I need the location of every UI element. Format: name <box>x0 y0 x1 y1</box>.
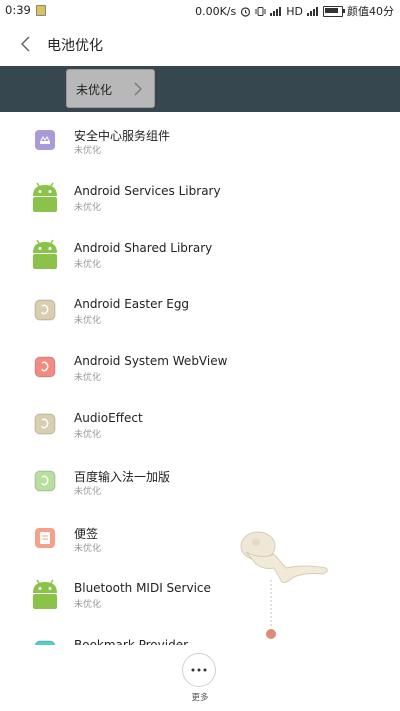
title-bar: 电池优化 <box>0 22 400 66</box>
list-item[interactable]: Android Services Library 未优化 <box>0 169 400 226</box>
list-item[interactable]: Bluetooth MIDI Service 未优化 <box>0 566 400 623</box>
list-item[interactable]: Bookmark Provider <box>0 623 400 645</box>
list-item[interactable]: 便签 未优化 <box>0 510 400 567</box>
app-status: 未优化 <box>74 373 102 384</box>
list-item[interactable]: AudioEffect 未优化 <box>0 396 400 453</box>
status-right-group: 0.00K/s HD 颜值40分 <box>195 3 394 19</box>
app-status: 未优化 <box>74 316 102 327</box>
list-item[interactable]: 安全中心服务组件未优化 <box>0 112 400 169</box>
app-name: Android Shared Library <box>74 240 213 255</box>
android-icon <box>30 239 60 269</box>
vibrate-icon <box>255 6 266 16</box>
decorative-illustration <box>240 531 328 639</box>
generic-app-icon <box>30 466 60 496</box>
chevron-right-icon <box>134 82 142 96</box>
list-item[interactable]: Android System WebView 未优化 <box>0 339 400 396</box>
app-name: 百度输入法一加版 <box>74 469 171 484</box>
status-bar: 0:39 0.00K/s HD 颜值40分 <box>0 0 400 22</box>
app-name: Android Services Library <box>74 183 221 198</box>
bottom-bar: 更多 <box>0 645 400 711</box>
app-name: Bookmark Provider <box>74 638 188 645</box>
generic-app-icon <box>30 409 60 439</box>
app-name: Android Easter Egg <box>74 297 190 312</box>
generic-app-icon <box>30 295 60 325</box>
security-center-icon <box>30 125 60 155</box>
filter-dropdown[interactable]: 未优化 <box>66 69 155 108</box>
app-status: 未优化 <box>74 202 102 213</box>
more-button[interactable] <box>182 653 216 687</box>
app-status: 未优化 <box>74 600 102 611</box>
more-dots-icon <box>191 668 207 672</box>
app-name: AudioEffect <box>74 411 143 425</box>
back-arrow-icon <box>20 36 30 52</box>
app-status: 未优化 <box>74 486 102 497</box>
notes-icon <box>30 523 60 553</box>
network-speed: 0.00K/s <box>195 4 237 18</box>
app-status: 未优化 <box>74 259 102 270</box>
page-title: 电池优化 <box>47 38 103 54</box>
hd-badge: HD <box>286 4 303 18</box>
list-item[interactable]: Android Easter Egg 未优化 <box>0 282 400 339</box>
alarm-icon <box>241 6 251 17</box>
notification-icon <box>36 5 46 16</box>
filter-band: 未优化 <box>0 66 400 112</box>
app-name: Bluetooth MIDI Service <box>74 581 211 596</box>
app-name: 便签 <box>74 526 99 541</box>
more-label: 更多 <box>191 693 209 703</box>
app-list: 安全中心服务组件 未优化 Android Services Library 未优化 An… <box>0 112 400 645</box>
carrier-text: 颜值40分 <box>347 5 394 18</box>
filter-selected-label: 未优化 <box>76 83 113 97</box>
app-name: 安全中心服务组件 <box>74 129 171 143</box>
android-icon <box>30 182 60 212</box>
app-name: Android System WebView <box>74 354 228 369</box>
signal-icon-2 <box>307 6 319 16</box>
app-status: 未优化 <box>74 543 102 554</box>
app-status: 未优化 <box>74 146 102 156</box>
generic-app-icon <box>30 352 60 382</box>
status-time: 0:39 <box>5 3 31 17</box>
list-item[interactable]: Android Shared Library 未优化 <box>0 226 400 283</box>
generic-app-icon <box>30 636 60 645</box>
android-icon <box>30 579 60 610</box>
back-button[interactable] <box>14 32 38 56</box>
battery-icon <box>323 5 345 17</box>
list-item[interactable]: 百度输入法一加版未优化 <box>0 453 400 510</box>
app-status: 未优化 <box>74 430 102 440</box>
signal-icon <box>270 6 282 16</box>
